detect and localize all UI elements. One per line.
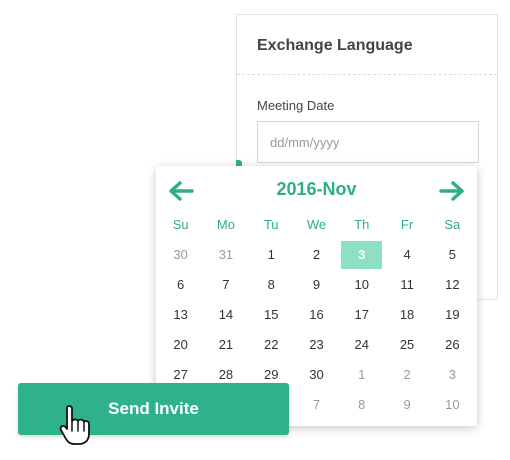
panel-divider — [237, 74, 497, 75]
calendar-day[interactable]: 31 — [205, 241, 246, 269]
calendar-day[interactable]: 13 — [160, 301, 201, 329]
calendar-day[interactable]: 14 — [205, 301, 246, 329]
calendar-day[interactable]: 7 — [296, 391, 337, 419]
meeting-date-label: Meeting Date — [257, 98, 335, 113]
weekday-header-row: Su Mo Tu We Th Fr Sa — [158, 217, 475, 239]
calendar-day[interactable]: 9 — [296, 271, 337, 299]
calendar-day[interactable]: 2 — [386, 361, 427, 389]
calendar-day[interactable]: 1 — [251, 241, 292, 269]
calendar-day[interactable]: 18 — [386, 301, 427, 329]
weekday-label: Tu — [263, 217, 279, 232]
calendar-day[interactable]: 24 — [341, 331, 382, 359]
calendar-month-title: 2016-Nov — [276, 179, 357, 199]
calendar-day[interactable]: 7 — [205, 271, 246, 299]
calendar-header: 2016-Nov — [156, 166, 477, 218]
calendar-day[interactable]: 30 — [160, 241, 201, 269]
calendar-day[interactable]: 6 — [160, 271, 201, 299]
calendar-day[interactable]: 5 — [432, 241, 473, 269]
calendar-day[interactable]: 2 — [296, 241, 337, 269]
calendar-day[interactable]: 19 — [432, 301, 473, 329]
calendar-day[interactable]: 17 — [341, 301, 382, 329]
calendar-day[interactable]: 10 — [432, 391, 473, 419]
calendar-day[interactable]: 15 — [251, 301, 292, 329]
calendar-day[interactable]: 21 — [205, 331, 246, 359]
weekday-label: Mo — [216, 217, 235, 232]
calendar-day[interactable]: 20 — [160, 331, 201, 359]
weekday-label: Th — [354, 217, 370, 232]
panel-title: Exchange Language — [257, 37, 413, 54]
calendar-day[interactable]: 4 — [386, 241, 427, 269]
calendar-day-selected[interactable]: 3 — [341, 241, 383, 269]
calendar-day[interactable]: 11 — [386, 271, 427, 299]
calendar-day[interactable]: 12 — [432, 271, 473, 299]
meeting-date-input[interactable] — [257, 121, 479, 163]
send-invite-button[interactable]: Send Invite — [18, 383, 289, 435]
calendar-day[interactable]: 22 — [251, 331, 292, 359]
calendar-day[interactable]: 9 — [386, 391, 427, 419]
calendar-day[interactable]: 30 — [296, 361, 337, 389]
weekday-label: Sa — [444, 217, 461, 232]
send-invite-label: Send Invite — [108, 399, 199, 418]
calendar-day[interactable]: 8 — [341, 391, 382, 419]
calendar-day[interactable]: 1 — [341, 361, 382, 389]
calendar-day[interactable]: 10 — [341, 271, 382, 299]
weekday-label: We — [306, 217, 327, 232]
calendar-day[interactable]: 23 — [296, 331, 337, 359]
weekday-label: Fr — [400, 217, 414, 232]
calendar-day[interactable]: 16 — [296, 301, 337, 329]
weekday-label: Su — [172, 217, 189, 232]
calendar-day[interactable]: 26 — [432, 331, 473, 359]
calendar-day[interactable]: 8 — [251, 271, 292, 299]
arrow-right-icon[interactable] — [439, 180, 465, 202]
calendar-day[interactable]: 25 — [386, 331, 427, 359]
calendar-day[interactable]: 3 — [432, 361, 473, 389]
